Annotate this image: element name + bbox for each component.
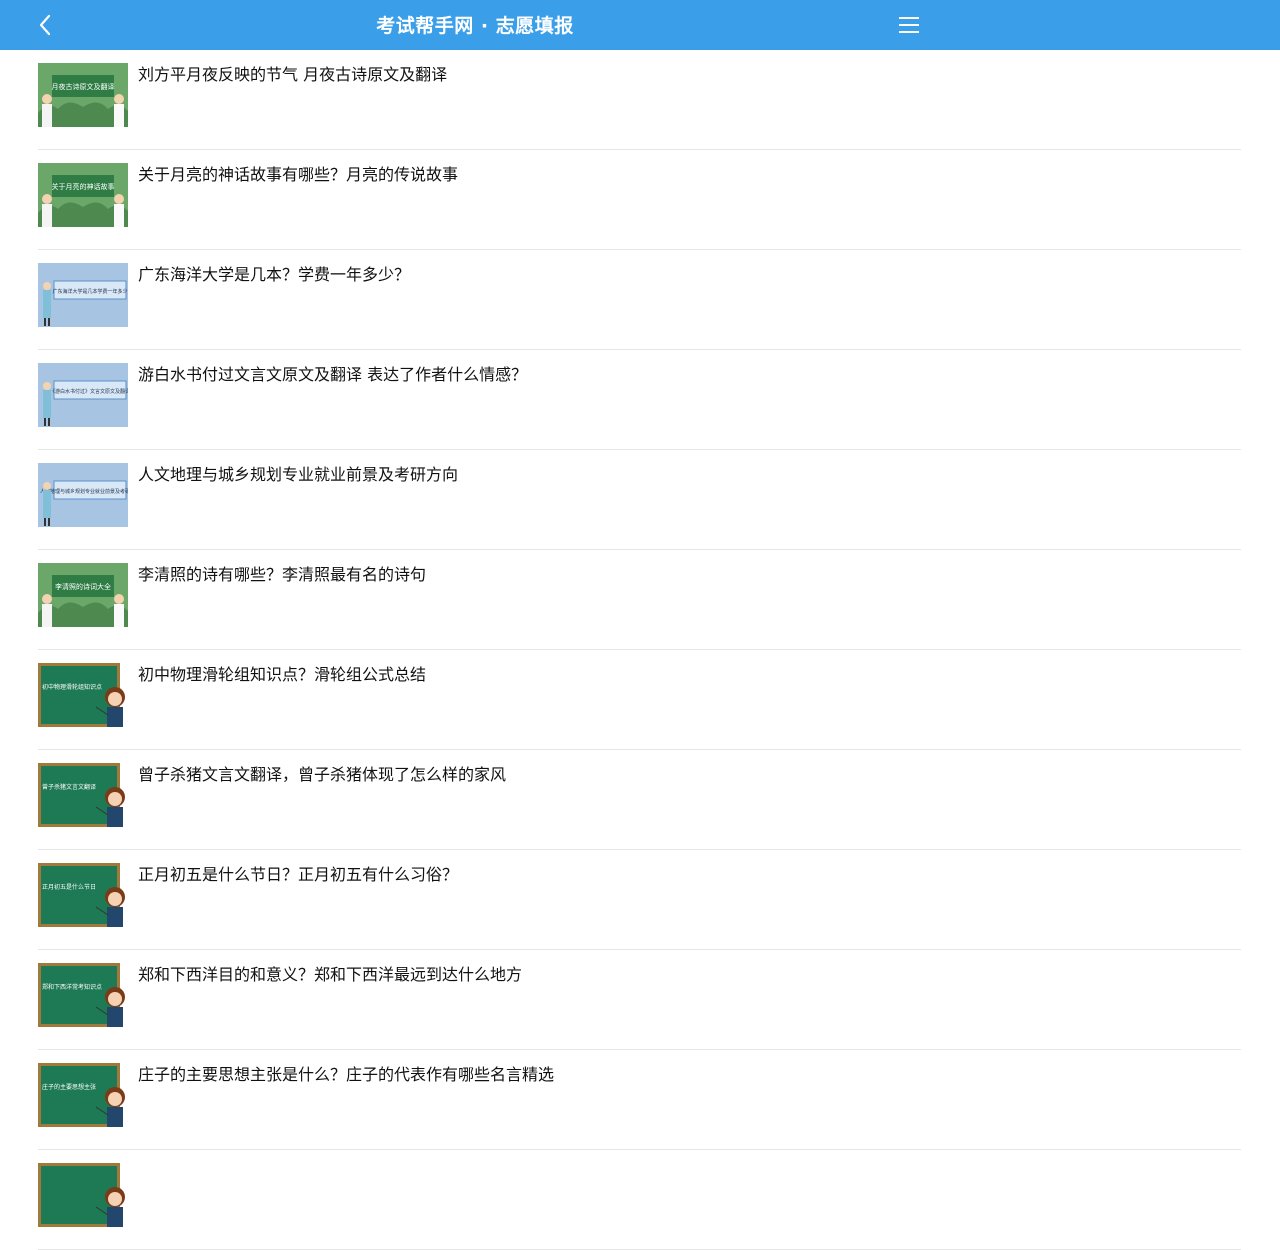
thumbnail-image: 庄子的主要思想主张 [38, 1063, 128, 1127]
thumbnail-image [38, 1163, 128, 1227]
thumbnail-image: 李清照的诗词大全 [38, 563, 128, 627]
thumbnail-caption: 广东海洋大学是几本学费一年多少 [52, 288, 127, 295]
thumbnail-caption: 郑和下西洋常考知识点 [42, 983, 102, 991]
article-list-item[interactable]: 月夜古诗原文及翻译 刘方平月夜反映的节气 月夜古诗原文及翻译 [38, 50, 1241, 150]
thumbnail-caption: 初中物理滑轮组知识点 [42, 683, 102, 691]
article-list-item[interactable]: 关于月亮的神话故事 关于月亮的神话故事有哪些？月亮的传说故事 [38, 150, 1241, 250]
article-thumbnail[interactable]: 月夜古诗原文及翻译 [38, 63, 128, 127]
article-title-link[interactable]: 广东海洋大学是几本？学费一年多少？ [138, 263, 1231, 287]
top-nav-bar: 考试帮手网 · 志愿填报 [0, 0, 1280, 50]
thumbnail-image: 初中物理滑轮组知识点 [38, 663, 128, 727]
article-title-link[interactable]: 曾子杀猪文言文翻译，曾子杀猪体现了怎么样的家风 [138, 763, 1231, 787]
thumbnail-caption: 李清照的诗词大全 [55, 582, 111, 591]
article-list-item[interactable] [38, 1150, 1241, 1250]
article-list-item[interactable]: 《游白水书付过》文言文原文及翻译 游白水书付过文言文原文及翻译 表达了作者什么情感… [38, 350, 1241, 450]
hamburger-menu-icon [899, 17, 919, 33]
article-list-item[interactable]: 广东海洋大学是几本学费一年多少 广东海洋大学是几本？学费一年多少？ [38, 250, 1241, 350]
thumbnail-image: 人文地理与城乡规划专业就业前景及考研方向 [38, 463, 128, 527]
article-list-item[interactable]: 正月初五是什么节日 正月初五是什么节日？正月初五有什么习俗？ [38, 850, 1241, 950]
site-title: 考试帮手网 · 志愿填报 [376, 15, 574, 37]
thumbnail-image: 正月初五是什么节日 [38, 863, 128, 927]
article-title-link[interactable]: 关于月亮的神话故事有哪些？月亮的传说故事 [138, 163, 1231, 187]
article-thumbnail[interactable]: 初中物理滑轮组知识点 [38, 663, 128, 727]
article-thumbnail[interactable]: 正月初五是什么节日 [38, 863, 128, 927]
thumbnail-caption: 关于月亮的神话故事 [52, 182, 115, 191]
article-title-link[interactable]: 郑和下西洋目的和意义？郑和下西洋最远到达什么地方 [138, 963, 1231, 987]
article-title-link[interactable]: 正月初五是什么节日？正月初五有什么习俗？ [138, 863, 1231, 887]
article-thumbnail[interactable]: 李清照的诗词大全 [38, 563, 128, 627]
thumbnail-caption: 月夜古诗原文及翻译 [52, 82, 115, 91]
article-thumbnail[interactable] [38, 1163, 128, 1227]
article-thumbnail[interactable]: 庄子的主要思想主张 [38, 1063, 128, 1127]
article-thumbnail[interactable]: 广东海洋大学是几本学费一年多少 [38, 263, 128, 327]
thumbnail-image: 关于月亮的神话故事 [38, 163, 128, 227]
article-list-item[interactable]: 郑和下西洋常考知识点 郑和下西洋目的和意义？郑和下西洋最远到达什么地方 [38, 950, 1241, 1050]
article-thumbnail[interactable]: 郑和下西洋常考知识点 [38, 963, 128, 1027]
thumbnail-caption: 庄子的主要思想主张 [42, 1083, 96, 1091]
article-title-link[interactable]: 人文地理与城乡规划专业就业前景及考研方向 [138, 463, 1231, 487]
article-title-link[interactable]: 初中物理滑轮组知识点？滑轮组公式总结 [138, 663, 1231, 687]
article-list: 月夜古诗原文及翻译 刘方平月夜反映的节气 月夜古诗原文及翻译 关于月亮的神话故事 关于… [38, 50, 1241, 1250]
article-title-link[interactable]: 庄子的主要思想主张是什么？庄子的代表作有哪些名言精选 [138, 1063, 1231, 1087]
article-list-item[interactable]: 初中物理滑轮组知识点 初中物理滑轮组知识点？滑轮组公式总结 [38, 650, 1241, 750]
article-list-item[interactable]: 庄子的主要思想主张 庄子的主要思想主张是什么？庄子的代表作有哪些名言精选 [38, 1050, 1241, 1150]
thumbnail-caption: 正月初五是什么节日 [42, 883, 96, 891]
article-thumbnail[interactable]: 关于月亮的神话故事 [38, 163, 128, 227]
thumbnail-image: 郑和下西洋常考知识点 [38, 963, 128, 1027]
article-title-link[interactable]: 李清照的诗有哪些？李清照最有名的诗句 [138, 563, 1231, 587]
thumbnail-caption: 《游白水书付过》文言文原文及翻译 [50, 388, 128, 395]
article-list-item[interactable]: 李清照的诗词大全 李清照的诗有哪些？李清照最有名的诗句 [38, 550, 1241, 650]
article-title-link[interactable]: 游白水书付过文言文原文及翻译 表达了作者什么情感？ [138, 363, 1231, 387]
article-list-item[interactable]: 曾子杀猪文言文翻译 曾子杀猪文言文翻译，曾子杀猪体现了怎么样的家风 [38, 750, 1241, 850]
thumbnail-image: 曾子杀猪文言文翻译 [38, 763, 128, 827]
thumbnail-image: 广东海洋大学是几本学费一年多少 [38, 263, 128, 327]
thumbnail-image: 月夜古诗原文及翻译 [38, 63, 128, 127]
article-thumbnail[interactable]: 曾子杀猪文言文翻译 [38, 763, 128, 827]
article-thumbnail[interactable]: 《游白水书付过》文言文原文及翻译 [38, 363, 128, 427]
thumbnail-caption: 曾子杀猪文言文翻译 [42, 783, 96, 791]
article-thumbnail[interactable]: 人文地理与城乡规划专业就业前景及考研方向 [38, 463, 128, 527]
thumbnail-image: 《游白水书付过》文言文原文及翻译 [38, 363, 128, 427]
thumbnail-caption: 人文地理与城乡规划专业就业前景及考研方向 [40, 488, 128, 495]
article-list-item[interactable]: 人文地理与城乡规划专业就业前景及考研方向人文地理与城乡规划专业就业前景及考研方向 [38, 450, 1241, 550]
menu-button[interactable] [894, 12, 924, 38]
article-title-link[interactable]: 刘方平月夜反映的节气 月夜古诗原文及翻译 [138, 63, 1231, 87]
